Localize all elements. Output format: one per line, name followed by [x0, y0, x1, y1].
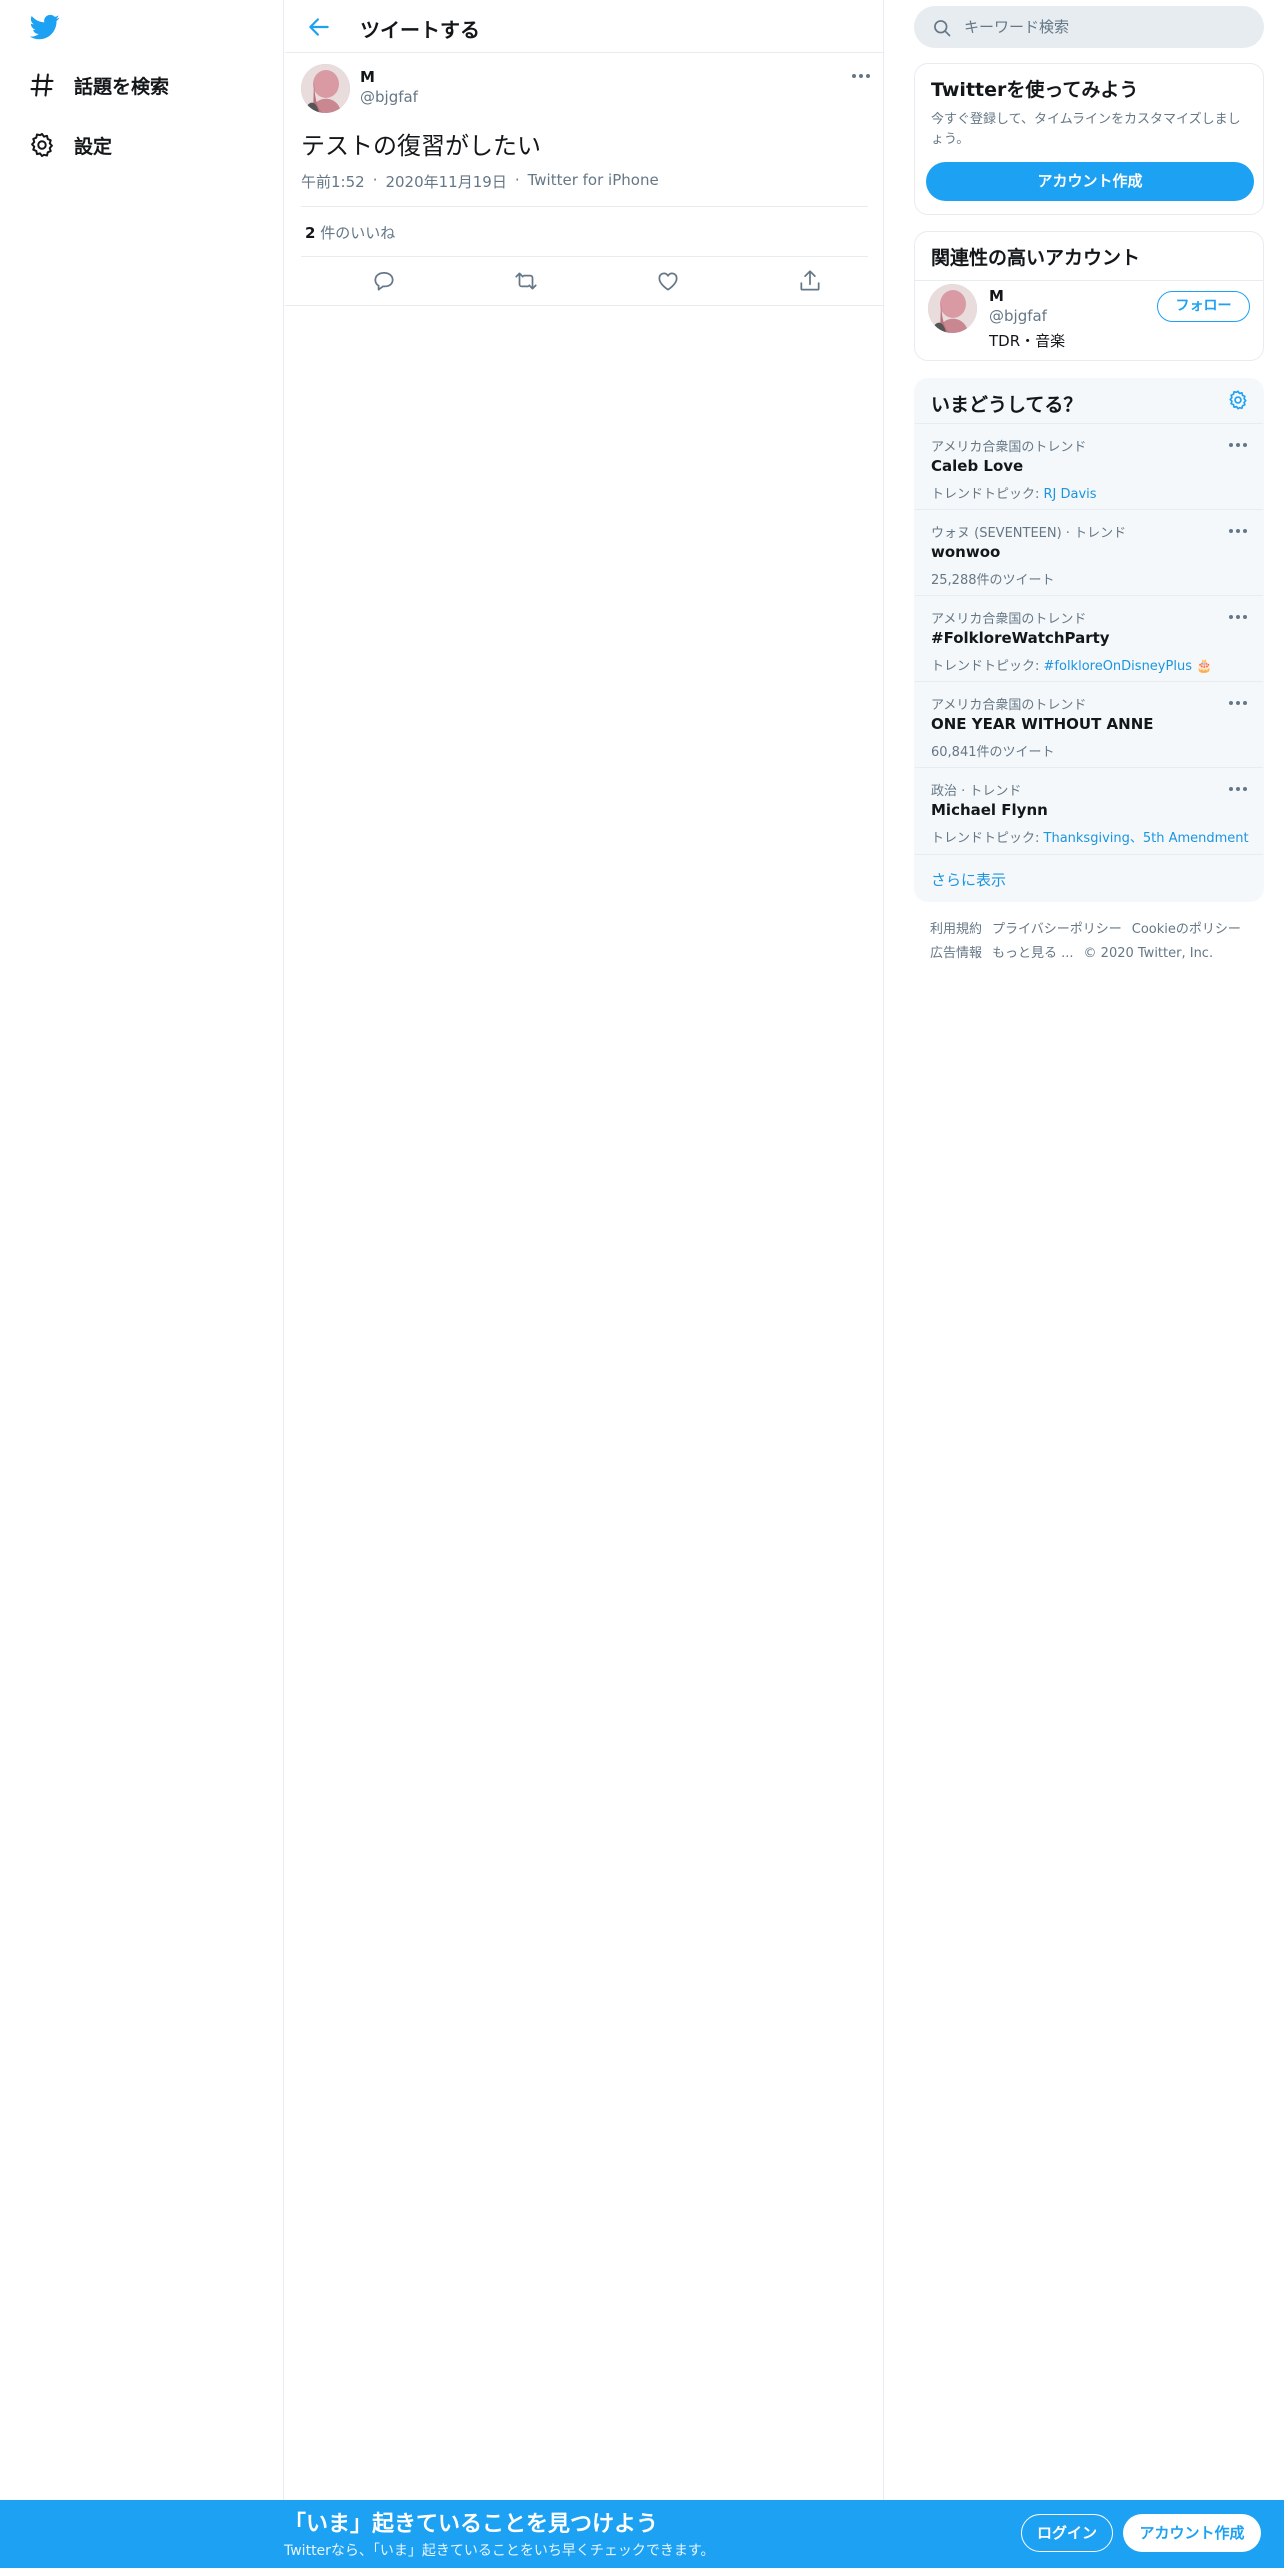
footer-links: 利用規約 プライバシーポリシー Cookieのポリシー 広告情報 もっと見る ... ©… [930, 918, 1260, 966]
trend-name: Caleb Love [931, 457, 1024, 475]
trend-item[interactable]: アメリカ合衆国のトレンド #FolkloreWatchParty トレンドトピッ… [915, 595, 1263, 681]
signup-button[interactable]: アカウント作成 [1123, 2514, 1261, 2552]
trend-context: アメリカ合衆国のトレンド [931, 612, 1087, 627]
trend-name: #FolkloreWatchParty [931, 629, 1110, 647]
tweet-time[interactable]: 午前1:52 [301, 171, 365, 192]
likes-count[interactable]: 2 件のいいね [305, 222, 395, 243]
banner-title: 「いま」起きていることを見つけよう [284, 2512, 659, 2537]
like-icon[interactable] [655, 268, 681, 294]
page-title: ツイートする [360, 18, 480, 42]
login-button[interactable]: ログイン [1021, 2514, 1113, 2552]
tweet-text: テストの復習がしたい [301, 132, 541, 160]
avatar[interactable] [928, 284, 977, 333]
trends-card: いまどうしてる？ アメリカ合衆国のトレンド Caleb Love トレンドトピッ… [914, 378, 1264, 902]
divider [301, 206, 868, 207]
signup-card-title: Twitterを使ってみよう [931, 79, 1139, 101]
trend-item[interactable]: ウォヌ (SEVENTEEN) · トレンド wonwoo 25,288件のツイ… [915, 509, 1263, 595]
arrow-left-icon[interactable] [305, 14, 333, 40]
more-icon[interactable] [1227, 524, 1249, 538]
footer-link-ads[interactable]: 広告情報 [930, 946, 982, 961]
tweet-source[interactable]: Twitter for iPhone [528, 171, 659, 192]
trend-topic-link[interactable]: Thanksgiving、5th Amendment [1044, 831, 1249, 846]
more-icon[interactable] [1227, 610, 1249, 624]
more-icon[interactable] [1227, 782, 1249, 796]
banner-subtitle: Twitterなら、「いま」起きていることをいち早くチェックできます。 [284, 2543, 715, 2559]
search-input[interactable] [964, 6, 1244, 48]
share-icon[interactable] [797, 268, 823, 294]
trend-subtext: トレンドトピック: Thanksgiving、5th Amendment [931, 827, 1249, 846]
follow-button[interactable]: フォロー [1157, 291, 1250, 322]
nav-item-settings[interactable]: 設定 [28, 125, 112, 165]
trend-subtext-prefix: トレンドトピック: [931, 831, 1044, 846]
nav-item-explore[interactable]: 話題を検索 [28, 65, 169, 105]
twitter-bird-icon[interactable] [28, 12, 62, 42]
footer-copyright: © 2020 Twitter, Inc. [1083, 946, 1214, 961]
trend-context: アメリカ合衆国のトレンド [931, 698, 1087, 713]
trend-context: アメリカ合衆国のトレンド [931, 440, 1087, 455]
tweet-author-handle[interactable]: @bjgfaf [360, 88, 418, 106]
trend-subtext: 60,841件のツイート [931, 741, 1055, 760]
left-navigation: 話題を検索 設定 [0, 0, 284, 2500]
trend-item[interactable]: アメリカ合衆国のトレンド Caleb Love トレンドトピック: RJ Dav… [915, 423, 1263, 509]
create-account-button[interactable]: アカウント作成 [926, 162, 1254, 201]
tweet-date[interactable]: 2020年11月19日 [385, 171, 506, 192]
trend-item[interactable]: 政治 · トレンド Michael Flynn トレンドトピック: Thanks… [915, 767, 1263, 853]
meta-separator: · [514, 171, 520, 189]
bottom-signup-banner: 「いま」起きていることを見つけよう Twitterなら、「いま」起きていることを… [0, 2500, 1284, 2568]
signup-card: Twitterを使ってみよう 今すぐ登録して、タイムラインをカスタマイズしましょ… [914, 63, 1264, 215]
more-icon[interactable] [1227, 438, 1249, 452]
search-box[interactable] [914, 6, 1264, 48]
trends-title: いまどうしてる？ [931, 394, 1083, 416]
footer-link-privacy[interactable]: プライバシーポリシー [992, 922, 1122, 937]
likes-number: 2 [305, 224, 316, 242]
show-more-link[interactable]: さらに表示 [915, 854, 1263, 901]
gear-icon[interactable] [1227, 389, 1249, 411]
likes-label: 件のいいね [320, 224, 396, 242]
related-account-bio: TDR・音楽 [989, 332, 1066, 350]
trend-subtext: トレンドトピック: RJ Davis [931, 483, 1097, 502]
trend-topic-link[interactable]: RJ Davis [1044, 487, 1097, 502]
nav-item-label: 話題を検索 [74, 75, 170, 98]
related-account-handle[interactable]: @bjgfaf [989, 307, 1047, 325]
trend-subtext-prefix: トレンドトピック: [931, 659, 1044, 674]
trend-item[interactable]: アメリカ合衆国のトレンド ONE YEAR WITHOUT ANNE 60,84… [915, 681, 1263, 767]
trend-context: ウォヌ (SEVENTEEN) · トレンド [931, 526, 1127, 541]
footer-link-terms[interactable]: 利用規約 [930, 922, 982, 937]
reply-icon[interactable] [371, 268, 397, 294]
nav-item-label: 設定 [74, 135, 113, 158]
trend-subtext-prefix: 25,288件のツイート [931, 573, 1055, 588]
meta-separator: · [372, 171, 378, 189]
more-icon[interactable] [850, 68, 872, 84]
related-accounts-title: 関連性の高いアカウント [931, 247, 1141, 269]
tweet-metadata: 午前1:52 · 2020年11月19日 · Twitter for iPhon… [301, 171, 659, 192]
trend-name: wonwoo [931, 543, 1001, 561]
divider [285, 305, 884, 306]
more-icon[interactable] [1227, 696, 1249, 710]
trend-subtext: トレンドトピック: #folkloreOnDisneyPlus 🎂 [931, 655, 1212, 674]
gear-icon [28, 131, 56, 159]
trend-name: ONE YEAR WITHOUT ANNE [931, 715, 1154, 733]
footer-link-more[interactable]: もっと見る ... [992, 946, 1074, 961]
trend-subtext-prefix: 60,841件のツイート [931, 745, 1055, 760]
main-column: ツイートする M @bjgfaf テストの復習がしたい 午前1:52 · 202… [285, 0, 884, 2500]
trend-context: 政治 · トレンド [931, 784, 1022, 799]
hashtag-icon [28, 71, 56, 99]
page-header: ツイートする [285, 0, 884, 53]
retweet-icon[interactable] [513, 268, 539, 294]
tweet-author-name[interactable]: M [360, 68, 375, 86]
divider [915, 280, 1263, 281]
related-accounts-card: 関連性の高いアカウント M @bjgfaf TDR・音楽 フォロー [914, 231, 1264, 361]
divider [301, 256, 868, 257]
footer-link-cookies[interactable]: Cookieのポリシー [1132, 922, 1241, 937]
trend-subtext-prefix: トレンドトピック: [931, 487, 1044, 502]
signup-card-description: 今すぐ登録して、タイムラインをカスタマイズしましょう。 [931, 112, 1241, 147]
search-icon [932, 18, 952, 38]
trend-name: Michael Flynn [931, 801, 1048, 819]
avatar[interactable] [301, 64, 350, 113]
related-account-name[interactable]: M [989, 287, 1004, 305]
trend-topic-link[interactable]: #folkloreOnDisneyPlus 🎂 [1044, 659, 1213, 674]
trend-subtext: 25,288件のツイート [931, 569, 1055, 588]
